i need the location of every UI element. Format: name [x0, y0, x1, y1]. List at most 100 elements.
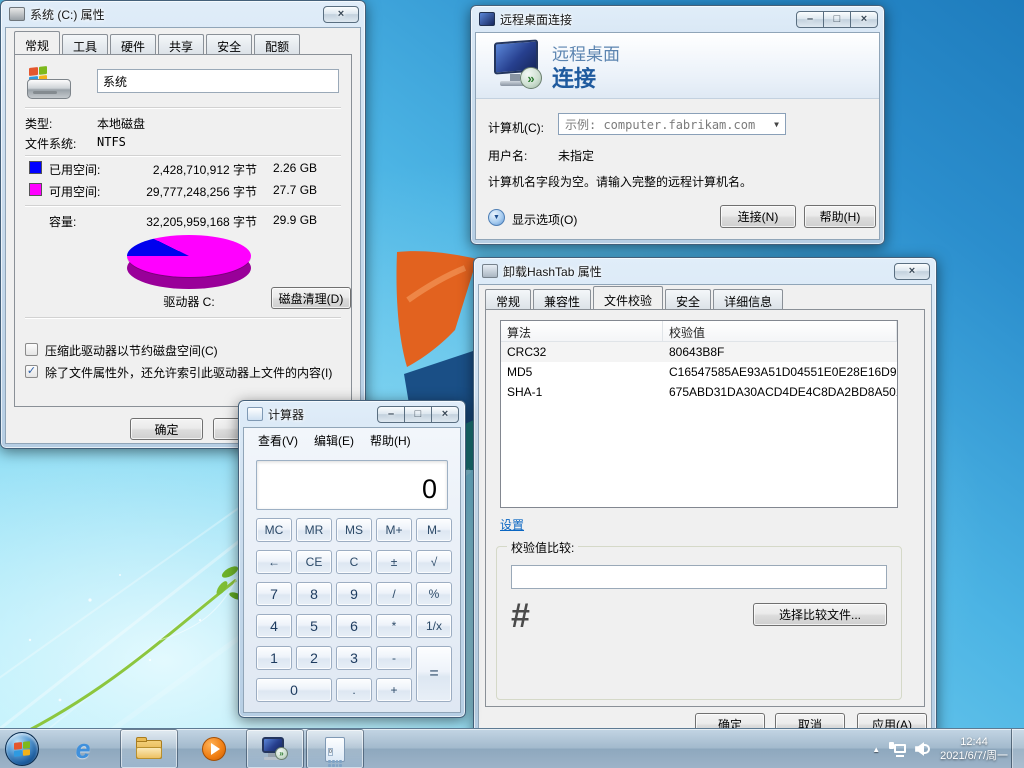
tab-details[interactable]: 详细信息 — [713, 289, 783, 309]
settings-link[interactable]: 设置 — [500, 516, 524, 533]
maximize-icon[interactable]: □ — [823, 11, 851, 28]
rdp-titlebar[interactable]: 远程桌面连接 – □ × — [471, 6, 884, 30]
hash-row[interactable]: MD5 C16547585AE93A51D04551E0E28E16D9 — [501, 362, 897, 382]
key-0[interactable]: 0 — [256, 678, 332, 702]
key-multiply[interactable]: * — [376, 614, 412, 638]
tab-quota[interactable]: 配额 — [254, 34, 300, 54]
hash-list-header[interactable]: 算法 校验值 — [501, 321, 897, 342]
capacity-size: 29.9 GB — [273, 213, 317, 227]
show-options-chevron-icon[interactable]: ▼ — [488, 209, 505, 226]
key-7[interactable]: 7 — [256, 582, 292, 606]
column-hash-value[interactable]: 校验值 — [663, 321, 897, 341]
chevron-down-icon[interactable]: ▼ — [774, 120, 779, 129]
show-hidden-icons-icon[interactable]: ▲ — [872, 745, 880, 754]
key-c[interactable]: C — [336, 550, 372, 574]
volume-label-input[interactable]: 系统 — [97, 69, 339, 93]
system-properties-titlebar[interactable]: 系统 (C:) 属性 × — [1, 1, 365, 25]
pie-title: 驱动器 C: — [127, 293, 251, 310]
key-reciprocal[interactable]: 1/x — [416, 614, 452, 638]
key-8[interactable]: 8 — [296, 582, 332, 606]
minimize-icon[interactable]: – — [796, 11, 824, 28]
tab-general[interactable]: 常规 — [14, 31, 60, 54]
maximize-icon[interactable]: □ — [404, 406, 432, 423]
key-equals[interactable]: = — [416, 646, 452, 702]
key-2[interactable]: 2 — [296, 646, 332, 670]
system-tray: ▲ 12:44 2021/6/7/周一 — [872, 729, 1008, 768]
tab-security[interactable]: 安全 — [665, 289, 711, 309]
windows-logo-icon — [14, 741, 30, 757]
key-decimal[interactable]: . — [336, 678, 372, 702]
calculator-titlebar[interactable]: 计算器 – □ × — [239, 401, 465, 425]
taskbar-calculator-button[interactable]: 0 — [306, 729, 364, 768]
speaker-icon[interactable] — [915, 742, 931, 756]
tab-hardware[interactable]: 硬件 — [110, 34, 156, 54]
tab-file-hashes[interactable]: 文件校验 — [593, 286, 663, 309]
key-divide[interactable]: / — [376, 582, 412, 606]
tab-general[interactable]: 常规 — [485, 289, 531, 309]
close-icon[interactable]: × — [323, 6, 359, 23]
key-6[interactable]: 6 — [336, 614, 372, 638]
compress-checkbox-label: 压缩此驱动器以节约磁盘空间(C) — [45, 342, 218, 359]
hash-listview[interactable]: 算法 校验值 CRC32 80643B8F MD5 C16547585AE93A… — [500, 320, 898, 508]
key-mminus[interactable]: M- — [416, 518, 452, 542]
key-plus[interactable]: + — [376, 678, 412, 702]
tab-security[interactable]: 安全 — [206, 34, 252, 54]
key-mplus[interactable]: M+ — [376, 518, 412, 542]
compare-hash-input[interactable] — [511, 565, 887, 589]
hash-row[interactable]: SHA-1 675ABD31DA30ACD4DE4C8DA2BD8A501E3.… — [501, 382, 897, 402]
sysprop-general-page: 系统 类型: 本地磁盘 文件系统: NTFS 已用空间: 2,428,710,9… — [14, 54, 352, 407]
choose-compare-file-button[interactable]: 选择比较文件... — [753, 603, 887, 626]
free-space-bytes: 29,777,248,256 字节 — [123, 183, 257, 200]
taskbar-remote-desktop-button[interactable]: » — [246, 729, 304, 768]
key-mr[interactable]: MR — [296, 518, 332, 542]
network-icon[interactable] — [889, 742, 906, 757]
close-icon[interactable]: × — [894, 263, 930, 280]
clock-date: 2021/6/7/周一 — [940, 749, 1008, 763]
close-icon[interactable]: × — [431, 406, 459, 423]
column-algorithm[interactable]: 算法 — [501, 321, 663, 341]
hash-row-algo: SHA-1 — [501, 385, 663, 399]
computer-combobox[interactable]: 示例: computer.fabrikam.com ▼ — [558, 113, 786, 135]
calculator-icon — [247, 407, 263, 421]
key-5[interactable]: 5 — [296, 614, 332, 638]
key-ce[interactable]: CE — [296, 550, 332, 574]
taskbar-windows-explorer-button[interactable] — [120, 729, 178, 768]
key-percent[interactable]: % — [416, 582, 452, 606]
tab-compatibility[interactable]: 兼容性 — [533, 289, 591, 309]
hash-row[interactable]: CRC32 80643B8F — [501, 342, 897, 362]
key-ms[interactable]: MS — [336, 518, 372, 542]
tab-sharing[interactable]: 共享 — [158, 34, 204, 54]
taskbar-internet-explorer-button[interactable]: e — [58, 729, 108, 768]
menu-help[interactable]: 帮助(H) — [364, 432, 417, 450]
ok-button[interactable]: 确定 — [130, 418, 203, 440]
taskbar-clock[interactable]: 12:44 2021/6/7/周一 — [940, 735, 1008, 763]
taskbar-media-player-button[interactable] — [188, 729, 240, 768]
index-checkbox[interactable]: ✓ — [25, 365, 38, 378]
key-mc[interactable]: MC — [256, 518, 292, 542]
key-minus[interactable]: - — [376, 646, 412, 670]
menu-view[interactable]: 查看(V) — [252, 432, 304, 450]
help-button[interactable]: 帮助(H) — [804, 205, 876, 228]
hash-row-value: 675ABD31DA30ACD4DE4C8DA2BD8A501E3... — [663, 385, 897, 399]
key-1[interactable]: 1 — [256, 646, 292, 670]
start-button[interactable] — [5, 732, 39, 766]
disk-cleanup-button[interactable]: 磁盘清理(D) — [271, 287, 351, 309]
show-desktop-button[interactable] — [1011, 729, 1024, 768]
hash-row-algo: MD5 — [501, 365, 663, 379]
close-icon[interactable]: × — [850, 11, 878, 28]
key-backspace[interactable]: ← — [256, 550, 292, 574]
file-hashes-page: 算法 校验值 CRC32 80643B8F MD5 C16547585AE93A… — [485, 309, 925, 707]
minimize-icon[interactable]: – — [377, 406, 405, 423]
compress-checkbox[interactable] — [25, 343, 38, 356]
show-options-label[interactable]: 显示选项(O) — [512, 211, 577, 228]
key-sqrt[interactable]: √ — [416, 550, 452, 574]
key-3[interactable]: 3 — [336, 646, 372, 670]
key-9[interactable]: 9 — [336, 582, 372, 606]
key-negate[interactable]: ± — [376, 550, 412, 574]
index-checkbox-label: 除了文件属性外，还允许索引此驱动器上文件的内容(I) — [45, 364, 332, 381]
tab-tools[interactable]: 工具 — [62, 34, 108, 54]
connect-button[interactable]: 连接(N) — [720, 205, 796, 228]
menu-edit[interactable]: 编辑(E) — [308, 432, 360, 450]
hashtab-titlebar[interactable]: 卸载HashTab 属性 × — [474, 258, 936, 282]
key-4[interactable]: 4 — [256, 614, 292, 638]
